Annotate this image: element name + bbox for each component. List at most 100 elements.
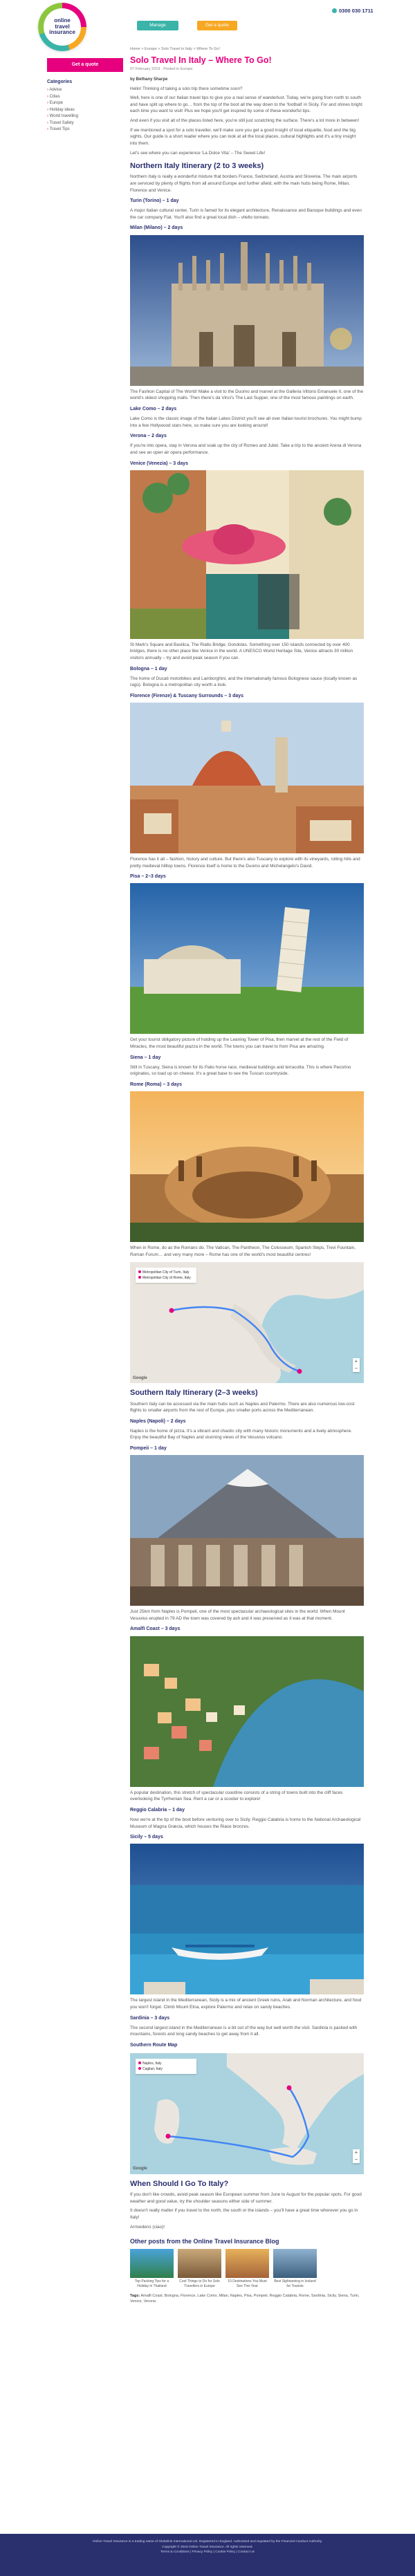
related-post-thumbnail <box>130 2249 174 2279</box>
related-post-card[interactable]: Top Packing Tips for a Holiday in Thaila… <box>130 2249 174 2288</box>
pisa-image <box>130 883 364 1035</box>
site-logo[interactable]: online travel insurance <box>38 3 86 51</box>
page-title: Solo Travel In Italy – Where To Go! <box>130 55 272 65</box>
sicily-heading: Sicily – 5 days <box>130 1835 163 1840</box>
como-text: Lake Como is the classic image of the It… <box>130 416 362 428</box>
venice-heading: Venice (Venezia) – 3 days <box>130 461 189 466</box>
related-post-thumbnail <box>273 2249 317 2279</box>
logo-line-3: insurance <box>49 29 75 36</box>
category-list: Advice Cities Europe Holiday ideas World… <box>47 87 126 133</box>
florence-caption: Florence has it all – fashion, history a… <box>130 857 360 869</box>
florence-image <box>130 703 364 854</box>
amalfi-photo <box>130 1636 364 1787</box>
pompeii-heading: Pompeii – 1 day <box>130 1446 167 1452</box>
pompeii-caption: Just 25km from Naples is Pompeii, one of… <box>130 1609 345 1621</box>
verona-heading: Verona – 2 days <box>130 434 167 439</box>
related-post-thumbnail <box>225 2249 269 2279</box>
map-stop-label: Metropolitan City of Rome, Italy <box>142 1276 191 1281</box>
when-text: Arrivederci (ciao)! <box>130 2224 165 2230</box>
turin-heading: Turin (Torino) – 1 day <box>130 198 179 204</box>
milan-duomo-image <box>130 234 364 386</box>
breadcrumb[interactable]: Home > Europe > Solo Travel in Italy > W… <box>130 47 364 53</box>
southern-route-map[interactable]: Naples, Italy Cagliari, Italy + − Google <box>130 2053 364 2175</box>
header-get-quote-button[interactable]: Get a quote <box>197 21 237 30</box>
category-item[interactable]: Advice <box>47 87 126 94</box>
north-itinerary-heading: Northern Italy Itinerary (2 to 3 weeks) <box>130 162 264 171</box>
post-meta: 07 February 2019 · Posted in Europe <box>130 66 193 71</box>
category-item[interactable]: Holiday ideas <box>47 107 126 114</box>
rome-photo <box>130 1091 364 1243</box>
venice-photo <box>130 470 364 639</box>
map-zoom-controls: + − <box>353 2149 360 2164</box>
map-pin-icon <box>138 1270 141 1274</box>
zoom-out-button[interactable]: − <box>353 1365 360 1372</box>
category-item[interactable]: Cities <box>47 94 126 101</box>
map-zoom-controls: + − <box>353 1358 360 1373</box>
related-post-title: 10 Destinations You Must See This Year <box>228 2279 267 2288</box>
map-pin-icon <box>138 1276 141 1279</box>
verona-text: If you're into opera, stay in Verona and… <box>130 443 362 455</box>
zoom-in-button[interactable]: + <box>353 2149 360 2156</box>
article: Home > Europe > Solo Travel in Italy > W… <box>130 47 364 2305</box>
bologna-heading: Bologna – 1 day <box>130 666 167 671</box>
related-post-card[interactable]: 10 Destinations You Must See This Year <box>225 2249 269 2288</box>
milan-heading: Milan (Milano) – 2 days <box>130 225 183 231</box>
category-item[interactable]: Travel Tips <box>47 127 126 133</box>
map-stop[interactable]: Cagliari, Italy <box>138 2066 194 2072</box>
reggio-heading: Reggio Calabria – 1 day <box>130 1807 185 1813</box>
map-1-stops: Metropolitan City of Turin, Italy Metrop… <box>136 1268 196 1284</box>
category-item[interactable]: Europe <box>47 100 126 107</box>
map-2-stops: Naples, Italy Cagliari, Italy <box>136 2059 196 2075</box>
amalfi-caption: A popular destination, this stretch of s… <box>130 1790 343 1802</box>
intro-paragraph: Well, here is one of our Italian travel … <box>130 95 362 114</box>
pompeii-image <box>130 1455 364 1606</box>
pisa-heading: Pisa – 2–3 days <box>130 874 166 880</box>
intro-paragraph: Hello! Thinking of taking a solo trip th… <box>130 86 243 91</box>
sidebar-get-quote-button[interactable]: Get a quote <box>47 58 123 72</box>
south-itinerary-heading: Southern Italy Itinerary (2–3 weeks) <box>130 1389 258 1398</box>
rome-caption: When in Rome, do as the Romans do. The V… <box>130 1245 356 1257</box>
zoom-in-button[interactable]: + <box>353 1358 360 1365</box>
siena-text: Still in Tuscany, Siena is known for its… <box>130 1064 351 1077</box>
related-post-title: Top Packing Tips for a Holiday in Thaila… <box>134 2279 169 2288</box>
when-text: It doesn't really matter if you travel t… <box>130 2208 358 2221</box>
bologna-text: The home of Ducati motorbikes and Lambor… <box>130 676 358 688</box>
phone-text: 0300 030 1711 <box>339 8 374 14</box>
tags-list[interactable]: Amalfi Coast, Bologna, Florence, Lake Co… <box>130 2294 360 2304</box>
map-stop[interactable]: Naples, Italy <box>138 2061 194 2066</box>
map-stop[interactable]: Metropolitan City of Turin, Italy <box>138 1270 194 1275</box>
northern-route-map[interactable]: Metropolitan City of Turin, Italy Metrop… <box>130 1262 364 1384</box>
site-footer: Online Travel Insurance is a trading nam… <box>0 2534 415 2576</box>
related-post-card[interactable]: Best Sightseeing in Iceland for Tourists <box>273 2249 317 2288</box>
pisa-caption: Get your tourist obligatory picture of h… <box>130 1037 349 1049</box>
site-header: online travel insurance Manage policy Ge… <box>0 0 415 53</box>
zoom-out-button[interactable]: − <box>353 2156 360 2163</box>
related-post-title: Best Sightseeing in Iceland for Tourists <box>274 2279 316 2288</box>
venice-image <box>130 470 364 639</box>
north-intro: Northern Italy is really a wonderful mix… <box>130 174 358 193</box>
related-post-thumbnail <box>178 2249 221 2279</box>
category-item[interactable]: Travel Safety <box>47 120 126 127</box>
amalfi-image <box>130 1636 364 1787</box>
category-item[interactable]: World travelling <box>47 113 126 120</box>
naples-heading: Naples (Napoli) – 2 days <box>130 1418 186 1424</box>
south-map-heading: Southern Route Map <box>130 2042 178 2048</box>
como-heading: Lake Como – 2 days <box>130 406 177 411</box>
venice-caption: St Mark's Square and Basilica, The Rialt… <box>130 642 353 660</box>
phone-number[interactable]: 0300 030 1711 <box>332 8 374 15</box>
manage-policy-button[interactable]: Manage policy <box>137 21 178 37</box>
naples-text: Naples is the home of pizza. It's a vibr… <box>130 1428 352 1440</box>
google-logo: Google <box>133 2167 147 2171</box>
siena-heading: Siena – 1 day <box>130 1055 161 1060</box>
related-post-card[interactable]: Cool Things to Do for Solo Travellers in… <box>178 2249 221 2288</box>
footer-links[interactable]: Terms & Conditions | Privacy Policy | Co… <box>28 2550 387 2555</box>
footer-legal: Online Travel Insurance is a trading nam… <box>92 2540 323 2543</box>
sidebar: Get a quote Categories Advice Cities Eur… <box>47 58 126 133</box>
map-stop[interactable]: Metropolitan City of Rome, Italy <box>138 1275 194 1281</box>
south-intro: Southern Italy can be accessed via the m… <box>130 1401 355 1414</box>
map-pin-icon <box>138 2061 141 2065</box>
map-stop-label: Metropolitan City of Turin, Italy <box>142 1270 190 1275</box>
related-posts-heading: Other posts from the Online Travel Insur… <box>130 2238 279 2245</box>
sicily-caption: The largest island in the Mediterranean,… <box>130 1998 362 2010</box>
sardinia-heading: Sardinia – 3 days <box>130 2015 170 2021</box>
